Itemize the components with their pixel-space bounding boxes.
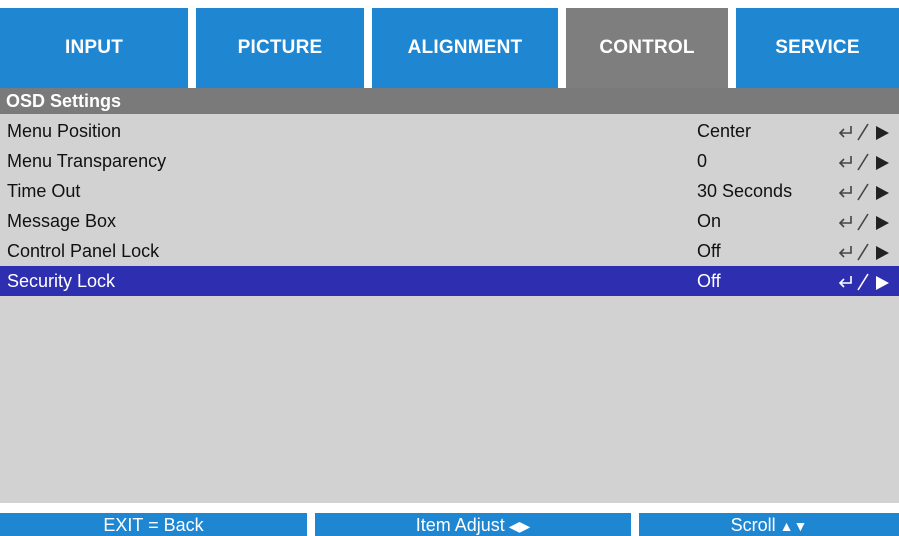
menu-item-label: Menu Transparency — [7, 151, 167, 171]
menu-item-label: Security Lock — [7, 271, 116, 291]
exit-back-hint: EXIT = Back — [0, 513, 307, 536]
tab-service[interactable]: SERVICE — [736, 8, 899, 88]
menu-item-label: Control Panel Lock — [7, 241, 160, 261]
enter-or-right-arrow-icon — [836, 146, 894, 176]
menu-item-label: Message Box — [7, 211, 117, 231]
enter-or-right-arrow-icon — [836, 206, 894, 236]
tab-control-label: CONTROL — [599, 37, 695, 58]
menu-item-label: Time Out — [7, 181, 81, 201]
menu-item-message-box[interactable]: Message Box On — [0, 206, 899, 236]
up-down-arrows-icon: ▲▼ — [779, 518, 808, 534]
tab-control[interactable]: CONTROL — [566, 8, 728, 88]
menu-item-control-panel-lock[interactable]: Control Panel Lock Off — [0, 236, 899, 266]
enter-or-right-arrow-icon — [836, 236, 894, 266]
scroll-hint: Scroll ▲▼ — [639, 513, 899, 536]
tab-picture-label: PICTURE — [237, 37, 323, 58]
menu-item-time-out[interactable]: Time Out 30 Seconds — [0, 176, 899, 206]
menu-item-value: Off — [697, 241, 721, 261]
enter-or-right-arrow-icon — [836, 116, 894, 146]
tab-input-label: INPUT — [65, 37, 123, 58]
tab-picture[interactable]: PICTURE — [196, 8, 364, 88]
section-title: OSD Settings — [0, 88, 899, 114]
menu-item-value: 0 — [697, 151, 708, 171]
enter-or-right-arrow-icon — [836, 266, 894, 296]
menu-item-value: On — [697, 211, 722, 231]
menu-tab-bar: INPUT PICTURE ALIGNMENT CONTROL SERVICE — [0, 0, 899, 88]
menu-item-menu-transparency[interactable]: Menu Transparency 0 — [0, 146, 899, 176]
menu-item-security-lock[interactable]: Security Lock Off — [0, 266, 899, 296]
tab-service-label: SERVICE — [775, 37, 860, 58]
item-adjust-hint: Item Adjust ◀▶ — [315, 513, 631, 536]
left-right-arrows-icon: ◀▶ — [508, 518, 531, 534]
settings-list: Menu Position Center Menu Transparency 0 — [0, 114, 899, 503]
key-hint-bar: EXIT = Back Item Adjust ◀▶ Scroll ▲▼ — [0, 503, 899, 536]
menu-item-label: Menu Position — [7, 121, 122, 141]
exit-back-label: EXIT = Back — [103, 515, 204, 535]
menu-item-value: Off — [697, 271, 721, 291]
tab-alignment[interactable]: ALIGNMENT — [372, 8, 558, 88]
menu-item-value: Center — [697, 121, 752, 141]
menu-item-value: 30 Seconds — [697, 181, 793, 201]
menu-item-menu-position[interactable]: Menu Position Center — [0, 116, 899, 146]
tab-input[interactable]: INPUT — [0, 8, 188, 88]
tab-alignment-label: ALIGNMENT — [407, 37, 523, 58]
enter-or-right-arrow-icon — [836, 176, 894, 206]
scroll-label: Scroll — [730, 515, 776, 535]
item-adjust-label: Item Adjust — [415, 515, 505, 535]
